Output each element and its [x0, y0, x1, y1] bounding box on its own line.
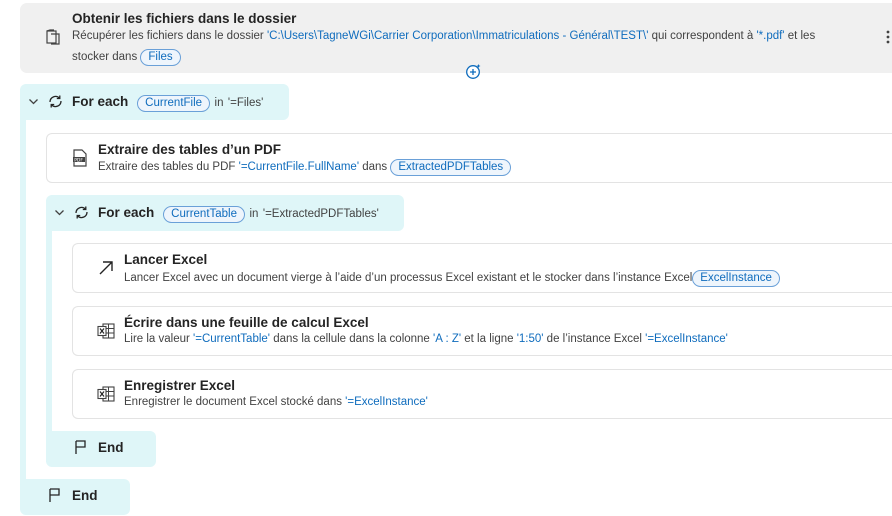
- action-title: Extraire des tables d’un PDF: [98, 142, 282, 157]
- excel-icon: [96, 384, 116, 404]
- action-title: Lancer Excel: [124, 252, 208, 267]
- action-description: Récupérer les fichiers dans le dossier '…: [72, 30, 816, 42]
- loop2-label: For each CurrentTable in '=ExtractedPDFT…: [98, 204, 379, 223]
- pdf-icon: PDF: [70, 148, 90, 168]
- action-description: Extraire des tables du PDF '=CurrentFile…: [98, 157, 512, 177]
- action-description: Lire la valeur '=CurrentTable' dans la c…: [124, 333, 728, 345]
- add-action-icon[interactable]: [464, 62, 482, 80]
- chevron-down-icon[interactable]: [26, 94, 40, 108]
- loop-icon: [45, 91, 65, 111]
- variable-extractedpdftables[interactable]: ExtractedPDFTables: [390, 159, 512, 176]
- svg-text:PDF: PDF: [74, 157, 83, 163]
- excel-icon: [96, 321, 116, 341]
- launch-arrow-icon: [96, 258, 116, 278]
- loop1-label: For each CurrentFile in '=Files': [72, 93, 263, 112]
- file-pattern: '*.pdf': [756, 30, 785, 42]
- loop2-rail: [46, 222, 52, 462]
- action-description-line2: stocker dans Files: [72, 47, 181, 67]
- folder-path: 'C:\Users\TagneWGi\Carrier Corporation\I…: [266, 30, 649, 42]
- flag-icon: [71, 437, 91, 457]
- folder-files-icon: [44, 27, 64, 47]
- action-title: Obtenir les fichiers dans le dossier: [72, 11, 297, 26]
- variable-currenttable[interactable]: CurrentTable: [163, 206, 246, 223]
- loop-icon: [71, 202, 91, 222]
- end-label: End: [72, 488, 98, 503]
- loop1-rail: [20, 110, 26, 500]
- action-description: Lancer Excel avec un document vierge à l…: [124, 268, 780, 288]
- variable-currentfile[interactable]: CurrentFile: [137, 95, 211, 112]
- action-description: Enregistrer le document Excel stocké dan…: [124, 396, 428, 408]
- variable-excelinstance[interactable]: ExcelInstance: [692, 270, 780, 287]
- more-vertical-icon[interactable]: [884, 28, 892, 46]
- variable-files[interactable]: Files: [140, 49, 181, 66]
- chevron-down-icon[interactable]: [52, 205, 66, 219]
- end-label: End: [98, 440, 124, 455]
- action-title: Écrire dans une feuille de calcul Excel: [124, 315, 369, 330]
- flag-icon: [45, 485, 65, 505]
- action-title: Enregistrer Excel: [124, 378, 236, 393]
